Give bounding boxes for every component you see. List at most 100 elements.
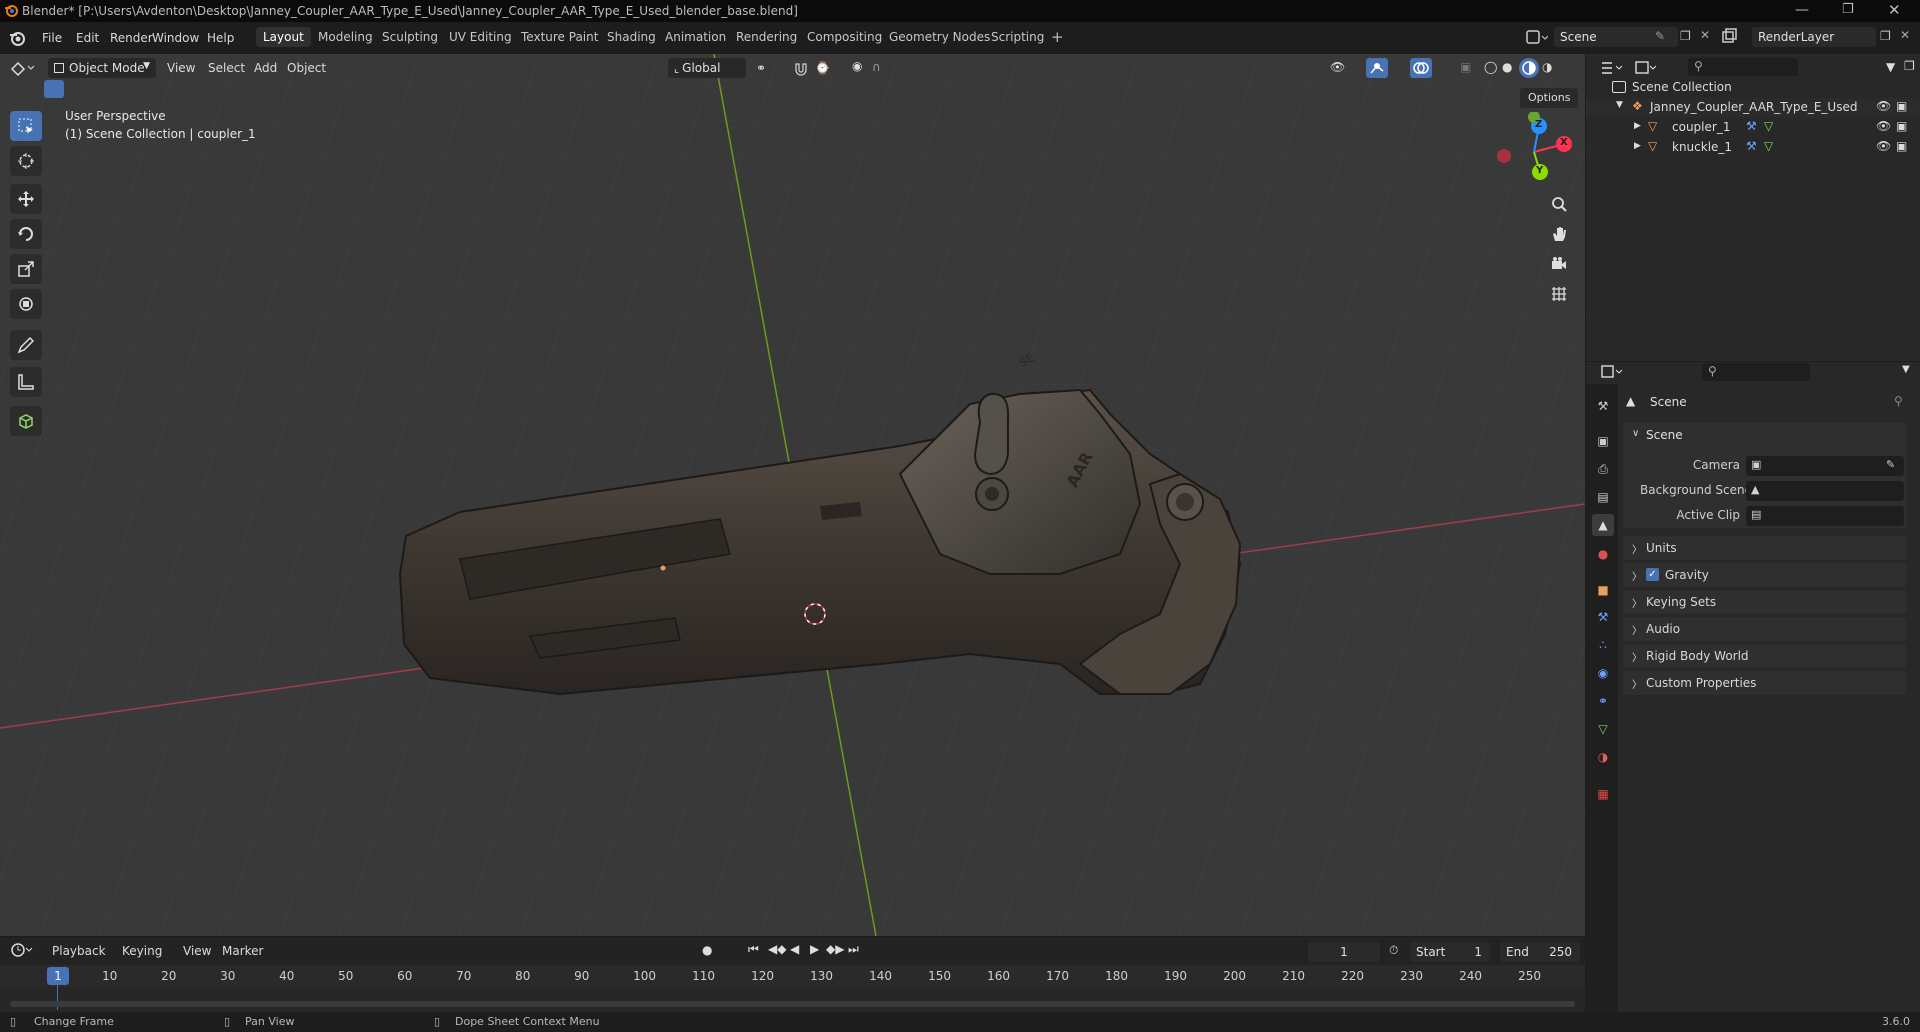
- outliner-editor-icon[interactable]: [1600, 60, 1626, 76]
- pan-hand-icon[interactable]: [1550, 225, 1568, 243]
- tab-animation[interactable]: Animation: [658, 27, 733, 47]
- scene-icon[interactable]: [1526, 28, 1548, 46]
- select-invert-icon[interactable]: [104, 80, 122, 98]
- viewport-menu-select[interactable]: Select: [208, 61, 245, 75]
- pin-scene-icon[interactable]: ✎: [1655, 29, 1665, 43]
- overlays-toggle[interactable]: [1410, 58, 1432, 78]
- measure-tool[interactable]: [10, 367, 42, 397]
- expand-arrow-icon[interactable]: ▶: [1634, 141, 1641, 151]
- timeline-editor-icon[interactable]: [10, 942, 36, 958]
- timeline-menu-marker[interactable]: Marker: [222, 944, 263, 958]
- tab-sculpting[interactable]: Sculpting: [375, 27, 445, 47]
- outliner-row-collection[interactable]: ▼ ❖ Janney_Coupler_AAR_Type_E_Used 👁 ▣: [1586, 98, 1920, 118]
- ortho-grid-icon[interactable]: [1550, 285, 1568, 303]
- blender-menu-icon[interactable]: [8, 29, 26, 47]
- solid-shading-icon[interactable]: ●: [1502, 60, 1512, 74]
- tab-world[interactable]: ●: [1592, 543, 1614, 565]
- render-layer-icon[interactable]: [1722, 28, 1744, 46]
- panel-rigid-body-world[interactable]: 〉 Rigid Body World: [1623, 644, 1906, 668]
- select-intersect-icon[interactable]: [123, 80, 141, 98]
- maximize-button[interactable]: ❐: [1842, 2, 1854, 17]
- object-mode-dropdown[interactable]: Object Mode ▼: [48, 58, 156, 78]
- cursor-tool[interactable]: [10, 146, 42, 176]
- viewport-menu-view[interactable]: View: [167, 61, 195, 75]
- snap-target-icon[interactable]: ⌚: [815, 61, 830, 75]
- add-workspace-icon[interactable]: +: [1051, 28, 1064, 46]
- expand-arrow-icon[interactable]: ▼: [1616, 100, 1623, 110]
- select-new-icon[interactable]: [44, 80, 64, 98]
- menu-window[interactable]: Window: [146, 28, 205, 48]
- expand-arrow-icon[interactable]: ▶: [1634, 121, 1641, 131]
- delete-render-layer-icon[interactable]: ✕: [1900, 28, 1910, 42]
- new-collection-icon[interactable]: ❐: [1904, 59, 1915, 73]
- tab-layout[interactable]: Layout: [256, 27, 311, 47]
- jump-end-icon[interactable]: ⏭: [848, 942, 859, 957]
- properties-options-icon[interactable]: ▼: [1902, 364, 1910, 375]
- gizmo-toggle[interactable]: [1366, 58, 1388, 78]
- transform-tool[interactable]: [10, 289, 42, 319]
- timeline-scrollbar[interactable]: [10, 1001, 1575, 1007]
- tab-compositing[interactable]: Compositing: [800, 27, 889, 47]
- panel-gravity[interactable]: 〉 ✓ Gravity: [1623, 563, 1906, 587]
- camera-render-icon[interactable]: ▣: [1896, 119, 1907, 133]
- tab-view-layer[interactable]: ▤: [1592, 486, 1614, 508]
- visibility-filter-icon[interactable]: 👁: [1330, 60, 1345, 74]
- panel-custom-properties[interactable]: 〉 Custom Properties: [1623, 671, 1906, 695]
- timeline-track-area[interactable]: [0, 987, 1585, 1012]
- transform-orientation-dropdown[interactable]: ⌞ Global: [668, 58, 746, 78]
- tab-particles[interactable]: ∴: [1592, 634, 1614, 656]
- viewport-menu-object[interactable]: Object: [287, 61, 326, 75]
- camera-render-icon[interactable]: ▣: [1896, 99, 1907, 113]
- pivot-point-icon[interactable]: ⚭: [756, 61, 766, 75]
- editor-type-icon[interactable]: [10, 59, 36, 77]
- tab-rendering[interactable]: Rendering: [729, 27, 804, 47]
- material-shading-button[interactable]: [1519, 58, 1539, 78]
- menu-edit[interactable]: Edit: [70, 28, 105, 48]
- gravity-checkbox[interactable]: ✓: [1646, 568, 1659, 581]
- select-subtract-icon[interactable]: [85, 80, 103, 98]
- tab-data[interactable]: ▽: [1592, 718, 1614, 740]
- next-keyframe-icon[interactable]: ◆▶: [826, 942, 844, 956]
- select-box-tool[interactable]: [10, 111, 42, 141]
- render-layer-selector[interactable]: RenderLayer: [1752, 27, 1876, 47]
- select-extend-icon[interactable]: [66, 80, 84, 98]
- tab-modifiers[interactable]: ⚒: [1592, 606, 1614, 628]
- new-scene-icon[interactable]: ❐: [1680, 29, 1691, 43]
- section-chevron-down-icon[interactable]: ∨: [1632, 428, 1639, 439]
- display-mode-icon[interactable]: [1634, 60, 1658, 76]
- camera-view-icon[interactable]: [1550, 255, 1568, 273]
- add-cube-tool[interactable]: [10, 406, 42, 436]
- properties-search-input[interactable]: ⚲: [1702, 363, 1810, 381]
- tab-scripting[interactable]: Scripting: [984, 27, 1051, 47]
- tab-output[interactable]: ⎙: [1592, 458, 1614, 480]
- rendered-shading-icon[interactable]: ◑: [1542, 60, 1552, 74]
- play-icon[interactable]: ▶: [810, 942, 819, 956]
- annotate-tool[interactable]: [10, 330, 42, 360]
- timeline-ruler[interactable]: 10 20 30 40 50 60 70 80 90 100 110 120 130 140 150 160 1…: [0, 965, 1585, 987]
- tab-object[interactable]: ■: [1592, 579, 1614, 601]
- new-render-layer-icon[interactable]: ❐: [1880, 29, 1891, 43]
- tab-render[interactable]: ▣: [1592, 430, 1614, 452]
- camera-render-icon[interactable]: ▣: [1896, 139, 1907, 153]
- rotate-tool[interactable]: [10, 219, 42, 249]
- play-reverse-icon[interactable]: ◀: [790, 942, 799, 956]
- jump-start-icon[interactable]: ⏮: [748, 942, 759, 957]
- falloff-icon[interactable]: ∩: [872, 60, 881, 74]
- eye-icon[interactable]: 👁: [1876, 139, 1891, 153]
- wireframe-shading-icon[interactable]: ◯: [1484, 60, 1497, 74]
- tab-material[interactable]: ◑: [1592, 746, 1614, 768]
- tab-tool[interactable]: ⚒: [1592, 395, 1614, 417]
- outliner-search-input[interactable]: ⚲: [1688, 58, 1798, 76]
- menu-help[interactable]: Help: [201, 28, 240, 48]
- tab-scene[interactable]: ▲: [1592, 514, 1614, 536]
- snap-toggle[interactable]: [792, 60, 812, 78]
- tab-modeling[interactable]: Modeling: [311, 27, 380, 47]
- menu-file[interactable]: File: [36, 28, 68, 48]
- start-frame-field[interactable]: Start 1: [1410, 942, 1490, 962]
- eye-icon[interactable]: 👁: [1876, 119, 1891, 133]
- timeline-menu-playback[interactable]: Playback: [52, 944, 106, 958]
- pin-icon[interactable]: ⚲: [1894, 394, 1903, 408]
- tab-physics[interactable]: ◉: [1592, 662, 1614, 684]
- minimize-button[interactable]: —: [1795, 2, 1809, 18]
- tab-texture[interactable]: ▦: [1592, 783, 1614, 805]
